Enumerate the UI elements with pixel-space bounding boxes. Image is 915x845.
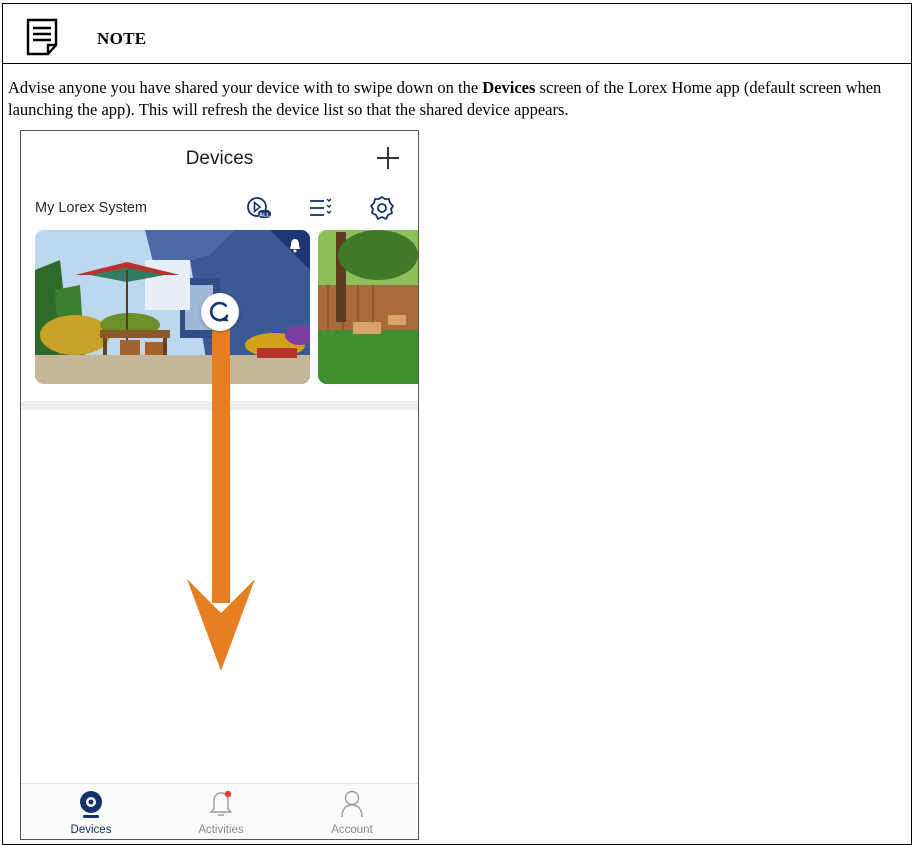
svg-text:ALL: ALL <box>259 212 270 218</box>
camera-card-backyard[interactable] <box>318 230 418 384</box>
tab-label-devices: Devices <box>70 824 112 836</box>
refresh-icon <box>209 301 229 322</box>
section-label: My Lorex System <box>35 200 147 216</box>
camera-card-patio[interactable] <box>35 230 310 384</box>
note-text-start: Advise anyone you have shared your devic… <box>8 78 483 97</box>
bell-icon <box>209 790 233 816</box>
play-all-icon[interactable]: ALL <box>246 195 272 221</box>
refresh-spinner <box>201 293 239 331</box>
bottom-tab-bar: Devices Activities Account <box>21 783 418 839</box>
note-box: NOTE Advise anyone you have shared your … <box>2 3 912 845</box>
backyard-thumbnail <box>318 230 418 384</box>
tab-account[interactable]: Account <box>297 789 407 836</box>
note-title: NOTE <box>97 29 147 48</box>
list-filter-icon[interactable] <box>308 195 334 221</box>
person-icon <box>341 790 363 818</box>
tab-label-account: Account <box>331 824 373 836</box>
swipe-down-arrow <box>187 321 255 671</box>
plus-icon[interactable] <box>375 145 401 171</box>
note-document-icon <box>26 18 58 56</box>
app-screenshot: Devices My Lorex System ALL Devices Acti… <box>20 130 419 840</box>
patio-thumbnail <box>35 230 310 384</box>
bell-icon <box>270 230 310 270</box>
tab-devices[interactable]: Devices <box>36 789 146 836</box>
note-body: Advise anyone you have shared your devic… <box>8 77 908 121</box>
bell-badge <box>270 230 310 270</box>
note-text-bold: Devices <box>482 78 536 97</box>
note-header: NOTE <box>3 4 911 64</box>
tab-activities[interactable]: Activities <box>166 789 276 836</box>
gear-icon[interactable] <box>369 195 395 221</box>
camera-icon <box>80 791 102 818</box>
app-title: Devices <box>185 148 254 169</box>
tab-label-activities: Activities <box>198 824 244 836</box>
